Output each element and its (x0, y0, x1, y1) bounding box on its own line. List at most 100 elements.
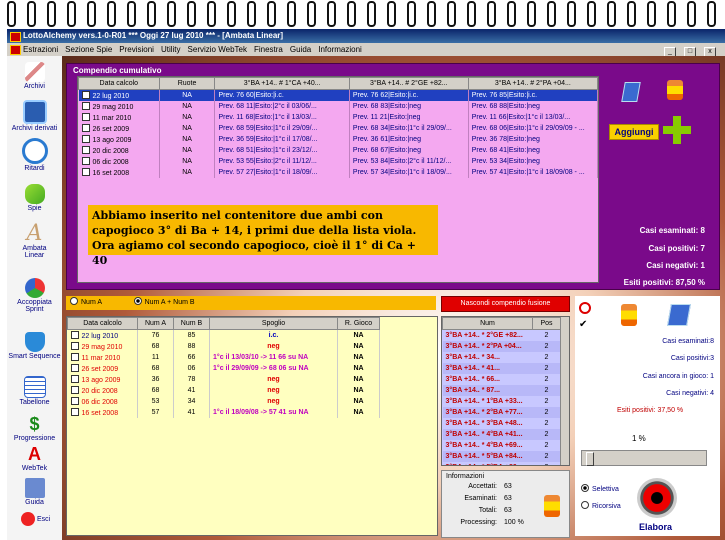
row-checkbox[interactable] (81, 91, 90, 99)
plus-icon[interactable] (663, 116, 691, 144)
row-checkbox[interactable] (70, 331, 79, 339)
col-header[interactable]: Ruote (158, 77, 216, 90)
list-item[interactable]: 3°BA +14.. * 2°GE +82... 2 (442, 329, 561, 341)
table-row[interactable]: 16 set 2008 NA Prev. 57 27|Esito:|1°c il 1… (78, 167, 599, 178)
table-row[interactable]: 13 ago 2009 NA Prev. 36 59|Esito:|1°c il 1… (78, 134, 599, 145)
checkmark-icon[interactable]: ✔ (579, 320, 587, 330)
bin-icon[interactable] (667, 80, 683, 100)
table-row[interactable]: 26 set 2009 68 06 1°c il 29/09/09 -> 68 06 … (67, 363, 380, 374)
menu-informazioni[interactable]: Informazioni (318, 45, 362, 54)
col-header[interactable]: Data calcolo (78, 77, 160, 90)
list-item[interactable]: 3°BA +14.. * 1°BA +33... 2 (442, 396, 561, 407)
menu-servizio-webtek[interactable]: Servizio WebTek (188, 45, 247, 54)
row-checkbox[interactable] (81, 113, 90, 121)
radio-num-ab[interactable] (133, 297, 142, 305)
row-checkbox[interactable] (70, 408, 79, 416)
row-checkbox[interactable] (81, 135, 90, 143)
col-header[interactable]: Spoglio (209, 317, 338, 330)
tool-ritardi[interactable]: Ritardi (7, 138, 62, 172)
elabora-icon[interactable] (637, 478, 677, 518)
col-header[interactable]: Num A (137, 317, 174, 330)
list-item[interactable]: 3°BA +14.. * 2°PA +04... 2 (442, 341, 561, 352)
option-ricorsiva[interactable]: Ricorsiva (581, 501, 621, 510)
row-checkbox[interactable] (70, 353, 79, 361)
tool-tabellone[interactable]: Tabellone (7, 376, 62, 406)
table-row[interactable]: 29 mag 2010 68 88 neg NA (67, 341, 380, 352)
slider-thumb[interactable] (586, 452, 595, 466)
table-row[interactable]: 16 set 2008 57 41 1°c il 18/09/08 -> 57 41 … (67, 407, 380, 418)
table-cell: Prev. 68 51|Esito:|1°c il 23/12/... (214, 145, 350, 156)
list-item[interactable]: 3°BA +14.. * 4°BA +69... 2 (442, 440, 561, 451)
book-view-icon[interactable] (667, 304, 691, 326)
table-row[interactable]: 06 dic 2008 NA Prev. 53 55|Esito:|2°c il 1… (78, 156, 599, 167)
bin-icon[interactable] (621, 304, 637, 326)
stop-icon[interactable] (579, 302, 591, 314)
elabora-button[interactable]: Elabora (639, 522, 672, 532)
table-row[interactable]: 26 set 2009 NA Prev. 68 59|Esito:|1°c il 2… (78, 123, 599, 134)
progress-slider[interactable] (581, 450, 707, 466)
row-checkbox[interactable] (70, 342, 79, 350)
list-item[interactable]: 3°BA +14.. * 34... 2 (442, 352, 561, 363)
tool-webtek[interactable]: A WebTek (7, 444, 62, 472)
menu-sezione-spie[interactable]: Sezione Spie (65, 45, 112, 54)
menu-estrazioni[interactable]: Estrazioni (23, 45, 58, 54)
table-row[interactable]: 22 lug 2010 NA Prev. 76 60|Esito:|i.c. Prev… (78, 89, 599, 101)
list-item[interactable]: 3°BA +14.. * 3°BA +48... 2 (442, 418, 561, 429)
tool-spie[interactable]: Spie (7, 184, 62, 212)
tool-esci[interactable]: Esci (7, 512, 62, 526)
table-row[interactable]: 13 ago 2009 36 78 neg NA (67, 374, 380, 385)
menu-finestra[interactable]: Finestra (254, 45, 283, 54)
numlist-scrollbar[interactable] (560, 317, 569, 465)
menu-utility[interactable]: Utility (161, 45, 181, 54)
row-checkbox[interactable] (81, 168, 90, 176)
col-header[interactable]: Num B (173, 317, 210, 330)
tool-archivi-derivati[interactable]: Archivi derivati (7, 100, 62, 132)
list-item[interactable]: 3°BA +14.. * 87... 2 (442, 385, 561, 396)
row-checkbox[interactable] (81, 124, 90, 132)
tool-smart-sequence[interactable]: Smart Sequence (7, 332, 62, 360)
tool-label: Accoppiata Sprint (17, 299, 52, 313)
table-row[interactable]: 11 mar 2010 11 66 1°c il 13/03/10 -> 11 66 … (67, 352, 380, 363)
annotation-note: Abbiamo inserito nel contenitore due amb… (88, 205, 438, 267)
list-item[interactable]: 3°BA +14.. * 5°BA +89...2 (442, 462, 561, 465)
list-item[interactable]: 3°BA +14.. * 66... 2 (442, 374, 561, 385)
col-header[interactable]: Pos (532, 317, 561, 330)
table-row[interactable]: 11 mar 2010 NA Prev. 11 68|Esito:|1°c il 1… (78, 112, 599, 123)
row-checkbox[interactable] (70, 364, 79, 372)
option-selettiva[interactable]: Selettiva (581, 484, 619, 493)
radio-num-a[interactable] (70, 297, 78, 305)
tool-archivi[interactable]: Archivi (7, 62, 62, 90)
menu-previsioni[interactable]: Previsioni (119, 45, 154, 54)
bin-icon[interactable] (544, 495, 560, 517)
col-header[interactable]: 3°BA +14.. # 2°GE +82... (348, 77, 469, 90)
col-header[interactable]: 3°BA +14.. # 2°PA +04... (467, 77, 599, 90)
col-header[interactable]: 3°BA +14.. # 1°CA +40... (214, 77, 350, 90)
col-header[interactable]: R. Gioco (337, 317, 380, 330)
table-row[interactable]: 20 dic 2008 68 41 neg NA (67, 385, 380, 396)
list-item[interactable]: 3°BA +14.. * 41... 2 (442, 363, 561, 374)
menu-guida[interactable]: Guida (290, 45, 311, 54)
list-item[interactable]: 3°BA +14.. * 4°BA +41... 2 (442, 429, 561, 440)
row-checkbox[interactable] (81, 102, 90, 110)
list-item[interactable]: 3°BA +14.. * 5°BA +84... 2 (442, 451, 561, 462)
col-header[interactable]: Num (442, 317, 533, 330)
row-checkbox[interactable] (70, 397, 79, 405)
tool-progressione[interactable]: $ Progressione (7, 414, 62, 442)
tool-accoppiata-sprint[interactable]: Accoppiata Sprint (7, 278, 62, 313)
table-cell: 68 (137, 363, 174, 374)
table-row[interactable]: 29 mag 2010 NA Prev. 68 11|Esito:|2°c il 0… (78, 101, 599, 112)
book-view-icon[interactable] (619, 80, 641, 102)
tool-guida[interactable]: Guida (7, 478, 62, 506)
row-checkbox[interactable] (81, 157, 90, 165)
aggiungi-button[interactable]: Aggiungi (609, 124, 659, 140)
row-checkbox[interactable] (70, 375, 79, 383)
col-header[interactable]: Data calcolo (67, 317, 138, 330)
row-checkbox[interactable] (70, 386, 79, 394)
list-item[interactable]: 3°BA +14.. * 2°BA +77... 2 (442, 407, 561, 418)
table-row[interactable]: 06 dic 2008 53 34 neg NA (67, 396, 380, 407)
hide-compendio-button[interactable]: Nascondi compendio fusione (441, 296, 570, 312)
table-row[interactable]: 20 dic 2008 NA Prev. 68 51|Esito:|1°c il 2… (78, 145, 599, 156)
tool-ambata-linear[interactable]: A Ambata Linear (7, 223, 62, 260)
table-row[interactable]: 22 lug 2010 76 85 i.c. NA (67, 329, 380, 341)
row-checkbox[interactable] (81, 146, 90, 154)
